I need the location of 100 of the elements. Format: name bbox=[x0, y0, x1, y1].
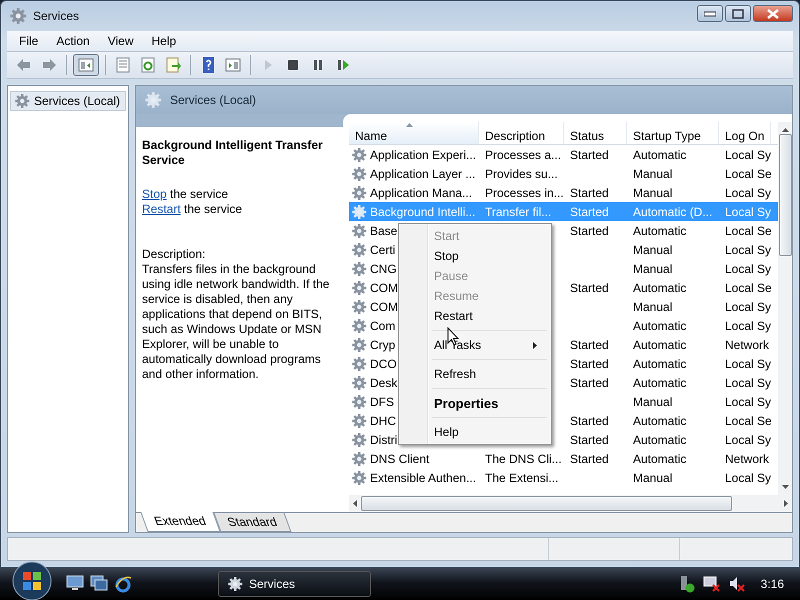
column-header[interactable]: Description bbox=[479, 122, 564, 144]
table-cell: Processes a... bbox=[485, 148, 562, 162]
table-cell: Com bbox=[370, 318, 396, 332]
close-button[interactable] bbox=[753, 5, 793, 22]
gear-icon bbox=[351, 336, 367, 352]
action-text: Stop the service bbox=[142, 187, 230, 202]
minimize-icon bbox=[704, 10, 716, 16]
horizontal-scrollbar[interactable] bbox=[349, 495, 792, 512]
gear-icon bbox=[144, 91, 162, 109]
minimize-button[interactable] bbox=[697, 5, 723, 22]
table-cell: Base bbox=[370, 224, 398, 238]
vertical-scrollbar[interactable] bbox=[778, 122, 792, 495]
table-cell: Automatic (D... bbox=[633, 204, 712, 218]
table-cell: Automatic bbox=[633, 338, 686, 352]
action-pane-icon bbox=[224, 56, 242, 74]
table-cell: Started bbox=[570, 280, 609, 294]
browser-icon[interactable] bbox=[114, 575, 132, 593]
tree-pane-icon bbox=[77, 56, 95, 74]
table-cell: Local Se bbox=[725, 414, 772, 428]
scroll-up-icon bbox=[782, 128, 788, 132]
table-cell: Local Sy bbox=[725, 262, 772, 276]
table-cell: Started bbox=[570, 432, 609, 446]
table-cell: Extensible Authen... bbox=[370, 470, 476, 484]
table-cell: Started bbox=[570, 224, 609, 238]
sort-arrow-icon bbox=[406, 123, 413, 127]
security-icon[interactable] bbox=[678, 575, 695, 593]
context-menu-item[interactable]: Properties bbox=[401, 393, 549, 413]
gear-icon bbox=[351, 374, 367, 390]
service-name: Background Intelligent Transfer Service bbox=[142, 138, 324, 168]
submenu-arrow-icon bbox=[533, 342, 537, 348]
table-cell: Started bbox=[570, 186, 609, 200]
maximize-button[interactable] bbox=[725, 5, 751, 22]
table-cell: Local Sy bbox=[725, 356, 772, 370]
table-cell: Local Sy bbox=[725, 432, 772, 446]
table-cell: Automatic bbox=[633, 414, 686, 428]
service-description: Transfers files in the background using idle network bandwidth. If the service is disabled, then any applications that depend on BITS, such as Windows Update or MSN Explorer, will be unable to automatically download programs and other information. bbox=[142, 262, 330, 382]
table-cell: Local Sy bbox=[725, 394, 772, 408]
table-cell: Manual bbox=[633, 186, 672, 200]
table-cell: Application Experi... bbox=[370, 148, 476, 162]
table-cell: Started bbox=[570, 204, 609, 218]
tree-item[interactable]: Services (Local) bbox=[10, 91, 126, 111]
table-cell: Application Layer ... bbox=[370, 166, 476, 180]
gear-icon bbox=[227, 576, 243, 592]
gear-icon bbox=[14, 93, 30, 109]
column-header[interactable]: Startup Type bbox=[627, 122, 719, 144]
menu-item[interactable]: Help bbox=[152, 34, 176, 48]
description-label: Description: bbox=[142, 247, 206, 262]
table-cell: Automatic bbox=[633, 318, 686, 332]
table-cell: Automatic bbox=[633, 224, 686, 238]
table-cell: CNG bbox=[370, 262, 397, 276]
gear-icon bbox=[351, 204, 367, 220]
scroll-down-icon bbox=[782, 485, 788, 489]
service-action-link[interactable]: Restart bbox=[142, 202, 181, 216]
scroll-right-icon bbox=[784, 500, 788, 507]
table-cell: Automatic bbox=[633, 148, 686, 162]
column-header[interactable]: Status bbox=[564, 122, 627, 144]
window-switch-icon[interactable] bbox=[90, 575, 108, 591]
table-cell: Processes in... bbox=[485, 186, 564, 200]
volume-muted-icon[interactable] bbox=[728, 576, 745, 592]
table-cell: Distri bbox=[370, 432, 398, 446]
gear-icon bbox=[351, 166, 367, 182]
view-tab[interactable]: Standard bbox=[213, 513, 291, 532]
gear-icon bbox=[351, 280, 367, 296]
table-cell: Started bbox=[570, 148, 609, 162]
gear-icon bbox=[351, 432, 367, 448]
clock[interactable]: 3:16 bbox=[760, 577, 784, 591]
maximize-icon bbox=[732, 8, 744, 18]
table-cell: Manual bbox=[633, 470, 672, 484]
table-cell: Local Se bbox=[725, 166, 772, 180]
menu-item[interactable]: Action bbox=[56, 34, 90, 48]
menu-item[interactable]: View bbox=[108, 34, 134, 48]
table-cell: Local Se bbox=[725, 280, 772, 294]
gear-icon bbox=[351, 260, 367, 276]
gear-icon bbox=[351, 356, 367, 372]
table-cell: The Extensi... bbox=[485, 470, 558, 484]
desktop-icon[interactable] bbox=[66, 575, 84, 591]
table-cell: Local Sy bbox=[725, 186, 772, 200]
scroll-left-icon bbox=[353, 500, 357, 507]
table-cell: Started bbox=[570, 356, 609, 370]
column-header[interactable]: Name bbox=[349, 122, 479, 144]
view-tab[interactable]: Extended bbox=[140, 512, 220, 532]
table-cell: Manual bbox=[633, 394, 672, 408]
taskbar-button[interactable]: Services bbox=[218, 571, 371, 597]
action-text: Restart the service bbox=[142, 202, 244, 217]
table-cell: Local Sy bbox=[725, 242, 772, 256]
table-cell: DFS bbox=[370, 394, 394, 408]
start-button[interactable] bbox=[12, 561, 52, 600]
column-header[interactable]: Log On bbox=[719, 122, 771, 144]
table-cell: Automatic bbox=[633, 280, 686, 294]
tree-pane-button[interactable] bbox=[73, 54, 99, 76]
service-action-link[interactable]: Stop bbox=[142, 187, 167, 201]
table-cell: Started bbox=[570, 414, 609, 428]
menu-item[interactable]: File bbox=[19, 34, 38, 48]
table-cell: Local Sy bbox=[725, 300, 772, 314]
table-cell: Application Mana... bbox=[370, 186, 472, 200]
table-cell: COM bbox=[370, 300, 398, 314]
export-icon bbox=[164, 56, 182, 74]
network-icon[interactable] bbox=[702, 576, 721, 592]
gear-icon bbox=[351, 394, 367, 410]
table-cell: Provides su... bbox=[485, 166, 558, 180]
